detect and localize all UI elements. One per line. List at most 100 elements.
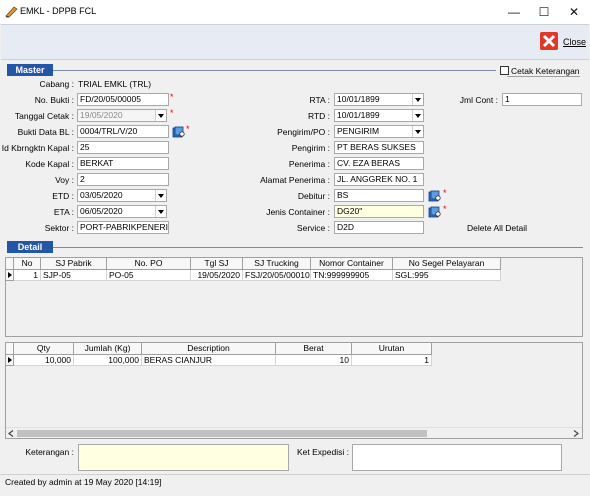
debitur-field[interactable]: BS bbox=[334, 189, 424, 202]
detail-grid-top[interactable]: No SJ Pabrik No. PO Tgl SJ SJ Trucking N… bbox=[5, 257, 583, 337]
chevron-left-icon[interactable] bbox=[8, 430, 14, 437]
row-indicator[interactable] bbox=[6, 355, 14, 366]
rtd-value: 10/01/1899 bbox=[337, 110, 380, 120]
keterangan-label: Keterangan : bbox=[25, 447, 74, 457]
delete-all-detail-button[interactable]: Delete All Detail bbox=[467, 222, 527, 234]
grid2-col-berat[interactable]: Berat bbox=[276, 343, 352, 355]
horizontal-scrollbar[interactable] bbox=[6, 427, 582, 438]
jenis-container-label: Jenis Container : bbox=[266, 207, 330, 217]
pengirim-po-label: Pengirim/PO : bbox=[277, 127, 330, 137]
maximize-button[interactable]: ☐ bbox=[533, 3, 555, 21]
grid2-col-jumlah[interactable]: Jumlah (Kg) bbox=[74, 343, 142, 355]
grid1-col-tgl-sj[interactable]: Tgl SJ bbox=[191, 258, 243, 270]
grid1-cell-sj-pabrik[interactable]: SJP-05 bbox=[41, 270, 107, 281]
close-button[interactable]: Close bbox=[540, 32, 586, 52]
jenis-container-field[interactable]: DG20" bbox=[334, 205, 424, 218]
master-header: Master bbox=[7, 64, 53, 76]
close-label: Close bbox=[563, 37, 587, 47]
required-mark: * bbox=[170, 108, 174, 118]
grid1-cell-nomor-container[interactable]: TN:999999905 bbox=[311, 270, 393, 281]
sektor-field[interactable]: PORT-PABRIKPENERIMA bbox=[77, 221, 169, 234]
cetak-keterangan-underline bbox=[507, 76, 580, 77]
close-icon bbox=[540, 32, 558, 50]
jml-cont-label: Jml Cont : bbox=[459, 95, 498, 105]
status-bar: Created by admin at 19 May 2020 [14:19] bbox=[0, 474, 590, 496]
cetak-keterangan-checkbox[interactable] bbox=[500, 66, 509, 75]
eta-field[interactable]: 06/05/2020 bbox=[77, 205, 167, 218]
keterangan-field[interactable] bbox=[78, 444, 289, 471]
pengirim-field[interactable]: PT BERAS SUKSES bbox=[334, 141, 424, 154]
no-bukti-label: No. Bukti : bbox=[34, 95, 74, 105]
chevron-down-icon[interactable] bbox=[412, 94, 423, 105]
rtd-field[interactable]: 10/01/1899 bbox=[334, 109, 424, 122]
pengirim-po-value: PENGIRIM bbox=[337, 126, 380, 136]
rta-field[interactable]: 10/01/1899 bbox=[334, 93, 424, 106]
grid1-col-sj-pabrik[interactable]: SJ Pabrik bbox=[41, 258, 107, 270]
chevron-down-icon[interactable] bbox=[412, 126, 423, 137]
chevron-down-icon[interactable] bbox=[155, 110, 166, 121]
kode-kapal-field[interactable]: BERKAT bbox=[77, 157, 169, 170]
grid2-cell-jumlah[interactable]: 100,000 bbox=[74, 355, 142, 366]
alamat-penerima-field[interactable]: JL. ANGGREK NO. 1 bbox=[334, 173, 424, 186]
grid2-cell-urutan[interactable]: 1 bbox=[352, 355, 432, 366]
window-close-button[interactable]: ✕ bbox=[563, 3, 585, 21]
ket-expedisi-label: Ket Expedisi : bbox=[297, 447, 349, 457]
toolbar bbox=[1, 24, 589, 60]
grid1-col-no-segel[interactable]: No Segel Pelayaran bbox=[393, 258, 501, 270]
jml-cont-field[interactable]: 1 bbox=[502, 93, 582, 106]
penerima-label: Penerima : bbox=[288, 159, 330, 169]
service-field[interactable]: D2D bbox=[334, 221, 424, 234]
grid-corner bbox=[6, 258, 14, 270]
grid2-col-urutan[interactable]: Urutan bbox=[352, 343, 432, 355]
id-kapal-field[interactable]: 25 bbox=[77, 141, 169, 154]
book-lookup-icon[interactable] bbox=[428, 190, 442, 202]
book-lookup-icon[interactable] bbox=[428, 206, 442, 218]
pengirim-po-field[interactable]: PENGIRIM bbox=[334, 125, 424, 138]
detail-divider bbox=[53, 247, 583, 248]
grid1-cell-sj-trucking[interactable]: FSJ/20/05/00010 bbox=[243, 270, 311, 281]
grid2-col-description[interactable]: Description bbox=[142, 343, 276, 355]
row-indicator[interactable] bbox=[6, 270, 14, 281]
grid1-col-sj-trucking[interactable]: SJ Trucking bbox=[243, 258, 311, 270]
penerima-field[interactable]: CV. EZA BERAS bbox=[334, 157, 424, 170]
etd-label: ETD : bbox=[52, 191, 74, 201]
no-bukti-field[interactable]: FD/20/05/00005 bbox=[77, 93, 169, 106]
bukti-data-bl-field[interactable]: 0004/TRL/V/20 bbox=[77, 125, 169, 138]
chevron-right-icon[interactable] bbox=[573, 430, 579, 437]
window-titlebar: EMKL - DPPB FCL — ☐ ✕ bbox=[0, 0, 590, 24]
detail-grid-bottom[interactable]: Qty Jumlah (Kg) Description Berat Urutan… bbox=[5, 342, 583, 439]
grid1-cell-no[interactable]: 1 bbox=[14, 270, 41, 281]
debitur-label: Debitur : bbox=[297, 191, 330, 201]
cabang-value: TRIAL EMKL (TRL) bbox=[78, 79, 152, 89]
scrollbar-thumb[interactable] bbox=[17, 430, 427, 437]
status-text: Created by admin at 19 May 2020 [14:19] bbox=[5, 477, 162, 487]
grid2-col-qty[interactable]: Qty bbox=[14, 343, 74, 355]
app-icon bbox=[5, 6, 18, 18]
window-title: EMKL - DPPB FCL bbox=[20, 6, 97, 16]
tanggal-cetak-field[interactable]: 19/05/2020 bbox=[77, 109, 167, 122]
cabang-label: Cabang : bbox=[39, 79, 75, 89]
pengirim-label: Pengirim : bbox=[291, 143, 330, 153]
ket-expedisi-field[interactable] bbox=[352, 444, 562, 471]
chevron-down-icon[interactable] bbox=[155, 190, 166, 201]
grid1-cell-no-segel[interactable]: SGL:995 bbox=[393, 270, 501, 281]
minimize-button[interactable]: — bbox=[503, 3, 525, 21]
etd-field[interactable]: 03/05/2020 bbox=[77, 189, 167, 202]
grid1-col-no-po[interactable]: No. PO bbox=[107, 258, 191, 270]
book-lookup-icon[interactable] bbox=[172, 126, 186, 138]
rta-value: 10/01/1899 bbox=[337, 94, 380, 104]
chevron-down-icon[interactable] bbox=[412, 110, 423, 121]
grid1-col-no[interactable]: No bbox=[14, 258, 41, 270]
voy-field[interactable]: 2 bbox=[77, 173, 169, 186]
grid2-cell-berat[interactable]: 10 bbox=[276, 355, 352, 366]
grid2-cell-qty[interactable]: 10,000 bbox=[14, 355, 74, 366]
grid1-col-nomor-container[interactable]: Nomor Container bbox=[311, 258, 393, 270]
required-mark: * bbox=[443, 188, 447, 198]
chevron-down-icon[interactable] bbox=[155, 206, 166, 217]
kode-kapal-label: Kode Kapal : bbox=[25, 159, 74, 169]
master-divider bbox=[53, 70, 496, 71]
grid2-cell-description[interactable]: BERAS CIANJUR bbox=[142, 355, 276, 366]
alamat-penerima-label: Alamat Penerima : bbox=[260, 175, 330, 185]
grid1-cell-no-po[interactable]: PO-05 bbox=[107, 270, 191, 281]
grid1-cell-tgl-sj[interactable]: 19/05/2020 bbox=[191, 270, 243, 281]
